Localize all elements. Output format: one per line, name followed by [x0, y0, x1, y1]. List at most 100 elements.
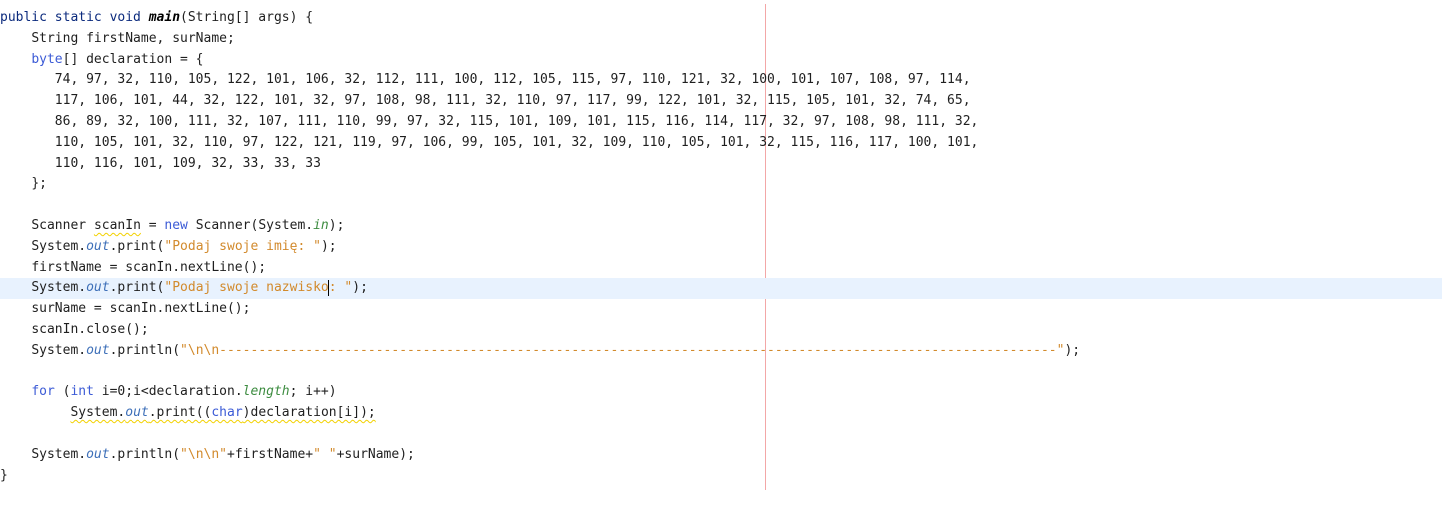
code-line[interactable]: System.out.println("\n\n"+firstName+" "+…	[0, 445, 1442, 466]
code-editor[interactable]: public static void main(String[] args) {…	[0, 0, 1442, 505]
code-token: for	[31, 384, 55, 400]
code-token: Scanner	[31, 217, 94, 233]
code-token: in	[313, 217, 329, 233]
code-line[interactable]: 117, 106, 101, 44, 32, 122, 101, 32, 97,…	[0, 91, 1442, 112]
code-token: [] declaration = {	[62, 51, 204, 67]
code-line[interactable]: System.out.print("Podaj swoje imię: ");	[0, 237, 1442, 258]
code-token: );	[352, 280, 368, 296]
code-token: main	[148, 10, 181, 25]
code-token: "\n\n"	[180, 446, 228, 462]
code-token: );	[1064, 342, 1081, 358]
code-token: "Podaj swoje nazwisko	[164, 280, 329, 296]
code-token: .println(	[109, 342, 181, 358]
code-line[interactable]: Scanner scanIn = new Scanner(System.in);	[0, 216, 1442, 237]
code-line[interactable]: String firstName, surName;	[0, 29, 1442, 50]
code-token: )declaration[i]);	[242, 405, 376, 421]
code-line[interactable]: 110, 116, 101, 109, 32, 33, 33, 33	[0, 154, 1442, 175]
code-token: System.	[31, 280, 87, 296]
code-token: 86, 89, 32, 100, 111, 32, 107, 111, 110,…	[54, 113, 979, 129]
code-token: };	[31, 176, 47, 192]
code-line[interactable]: };	[0, 174, 1442, 195]
code-line[interactable]: 74, 97, 32, 110, 105, 122, 101, 106, 32,…	[0, 70, 1442, 91]
code-token: out	[86, 280, 110, 296]
code-token: scanIn.close();	[31, 321, 149, 337]
code-line[interactable]: surName = scanIn.nextLine();	[0, 299, 1442, 320]
code-token: );	[328, 217, 345, 233]
code-token: char	[211, 405, 243, 421]
code-token: }	[0, 467, 8, 483]
code-token: out	[86, 238, 110, 254]
code-line[interactable]: public static void main(String[] args) {	[0, 8, 1442, 29]
code-token: surName = scanIn.nextLine();	[31, 301, 251, 317]
code-line[interactable]	[0, 195, 1442, 216]
code-token: firstName = scanIn.nextLine();	[31, 259, 267, 275]
code-token: String firstName, surName;	[31, 30, 235, 46]
code-token: .println(	[109, 446, 181, 462]
code-token: 117, 106, 101, 44, 32, 122, 101, 32, 97,…	[54, 93, 971, 109]
code-token: .print(	[109, 280, 165, 296]
code-token: scanIn	[93, 217, 141, 233]
code-token: System.	[31, 446, 87, 462]
code-token: +surName);	[336, 446, 415, 462]
code-line[interactable]: scanIn.close();	[0, 320, 1442, 341]
code-token: +firstName+	[227, 446, 314, 462]
code-line[interactable]	[0, 424, 1442, 445]
code-token: "\n\n-----------------------------------…	[180, 342, 1065, 358]
code-line[interactable]: 110, 105, 101, 32, 110, 97, 122, 121, 11…	[0, 133, 1442, 154]
code-area[interactable]: public static void main(String[] args) {…	[0, 8, 1442, 486]
code-token: .print(	[109, 238, 165, 254]
code-token: length	[242, 384, 290, 400]
code-token: System.	[70, 405, 126, 421]
code-token: int	[70, 384, 94, 400]
code-line[interactable]: firstName = scanIn.nextLine();	[0, 258, 1442, 279]
code-token: (	[54, 384, 71, 400]
code-token: System.	[31, 238, 87, 254]
code-token: out	[86, 446, 110, 462]
code-line[interactable]: for (int i=0;i<declaration.length; i++)	[0, 382, 1442, 403]
code-token: Scanner(System.	[187, 217, 314, 233]
code-token: 110, 116, 101, 109, 32, 33, 33, 33	[54, 155, 321, 171]
code-token: " "	[313, 446, 337, 462]
code-line[interactable]: byte[] declaration = {	[0, 50, 1442, 71]
code-token: ; i++)	[289, 384, 337, 400]
code-line[interactable]: 86, 89, 32, 100, 111, 32, 107, 111, 110,…	[0, 112, 1442, 133]
code-token: .print((	[148, 405, 212, 421]
code-token: i=0;i<declaration.	[93, 384, 243, 400]
code-token: 110, 105, 101, 32, 110, 97, 122, 121, 11…	[54, 134, 979, 150]
code-line[interactable]	[0, 362, 1442, 383]
code-token: byte	[31, 51, 63, 67]
code-token: public static void	[0, 10, 149, 25]
code-token: );	[320, 238, 337, 254]
code-token: 74, 97, 32, 110, 105, 122, 101, 106, 32,…	[54, 72, 971, 88]
code-token: (String[] args) {	[180, 10, 314, 25]
code-line[interactable]: System.out.println("\n\n----------------…	[0, 341, 1442, 362]
code-token: : "	[328, 280, 353, 296]
code-token: new	[164, 217, 188, 233]
code-token: out	[125, 405, 149, 421]
code-line[interactable]: }	[0, 466, 1442, 487]
code-token: System.	[31, 342, 87, 358]
code-line[interactable]: System.out.print((char)declaration[i]);	[0, 403, 1442, 424]
code-token: "Podaj swoje imię: "	[164, 238, 321, 254]
code-token: out	[86, 342, 110, 358]
code-line[interactable]: System.out.print("Podaj swoje nazwisko: …	[0, 278, 1442, 300]
code-token: =	[140, 217, 165, 233]
